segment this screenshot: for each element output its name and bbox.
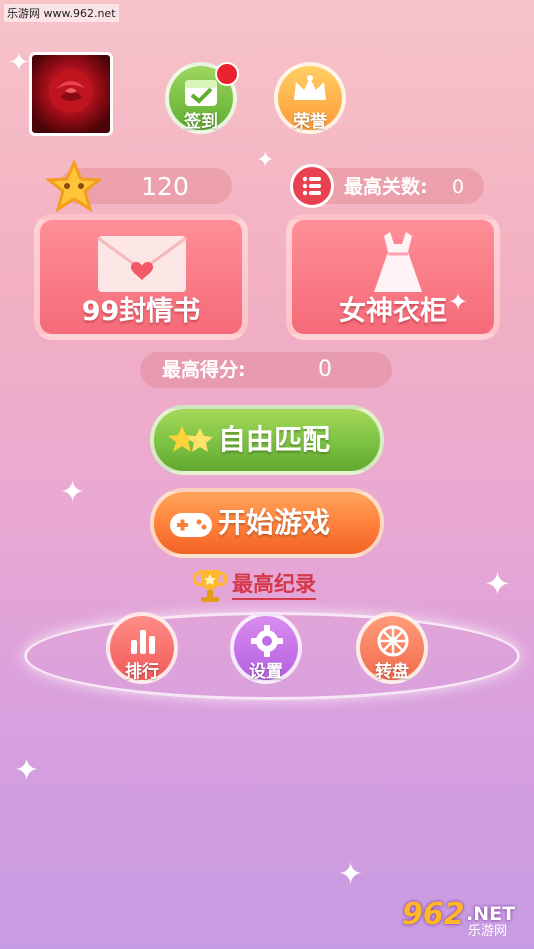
wheel-label: 转盘 — [375, 662, 409, 682]
stars-pair-icon — [168, 426, 213, 452]
start-game-label: 开始游戏 — [218, 506, 331, 539]
sparkle-icon: ✦ — [256, 148, 275, 173]
free-match-label: 自由匹配 — [218, 423, 331, 456]
settings-label: 设置 — [249, 662, 283, 682]
max-level-label: 最高关数: — [344, 176, 428, 198]
wheel-icon — [377, 625, 409, 657]
best-score-value: 0 — [318, 357, 332, 382]
sparkle-icon: ✦ — [8, 48, 30, 78]
settings-button[interactable]: 设置 — [230, 612, 302, 684]
love-letters-label: 99封情书 — [81, 296, 201, 327]
honor-button[interactable]: 荣誉 — [274, 62, 346, 134]
rank-label: 排行 — [125, 662, 159, 682]
honor-label: 荣誉 — [293, 112, 327, 132]
star-icon — [46, 160, 102, 212]
sparkle-icon: ✦ — [448, 288, 469, 316]
avatar[interactable] — [29, 52, 113, 136]
start-game-button[interactable]: 开始游戏 — [150, 488, 384, 558]
brand-number: 962 — [402, 897, 465, 932]
envelope-icon — [97, 236, 187, 292]
free-match-button[interactable]: 自由匹配 — [150, 405, 384, 475]
bar-chart-icon — [131, 630, 155, 654]
wheel-button[interactable]: 转盘 — [356, 612, 428, 684]
trophy-icon — [192, 570, 228, 602]
brand-badge: 962 .NET 乐游网 — [402, 900, 526, 942]
brand-net: .NET — [466, 903, 516, 925]
list-icon — [290, 164, 334, 208]
sparkle-icon: ✦ — [338, 857, 364, 892]
signin-button[interactable]: 签到 — [165, 62, 239, 134]
sparkle-icon: ✦ — [60, 475, 86, 510]
watermark: 乐游网 www.962.net — [4, 4, 119, 22]
signin-label: 签到 — [184, 112, 218, 132]
sparkle-icon: ✦ — [484, 565, 511, 603]
record-link[interactable]: 最高纪录 — [232, 570, 316, 600]
sparkle-icon: ✦ — [14, 753, 40, 788]
notification-dot — [215, 62, 239, 86]
love-letters-card[interactable]: 99封情书 — [34, 214, 248, 340]
rose-icon — [49, 69, 93, 113]
wardrobe-card[interactable]: 女神衣柜 — [286, 214, 500, 340]
rank-button[interactable]: 排行 — [106, 612, 178, 684]
best-score-label: 最高得分: — [162, 359, 246, 381]
gear-icon — [251, 625, 283, 657]
max-level-value: 0 — [452, 176, 465, 198]
calendar-check-icon — [185, 80, 217, 106]
crown-icon — [294, 75, 326, 100]
stars-count: 120 — [141, 172, 189, 201]
dress-icon — [374, 232, 422, 292]
brand-sub: 乐游网 — [468, 924, 508, 939]
gamepad-icon — [170, 513, 212, 537]
